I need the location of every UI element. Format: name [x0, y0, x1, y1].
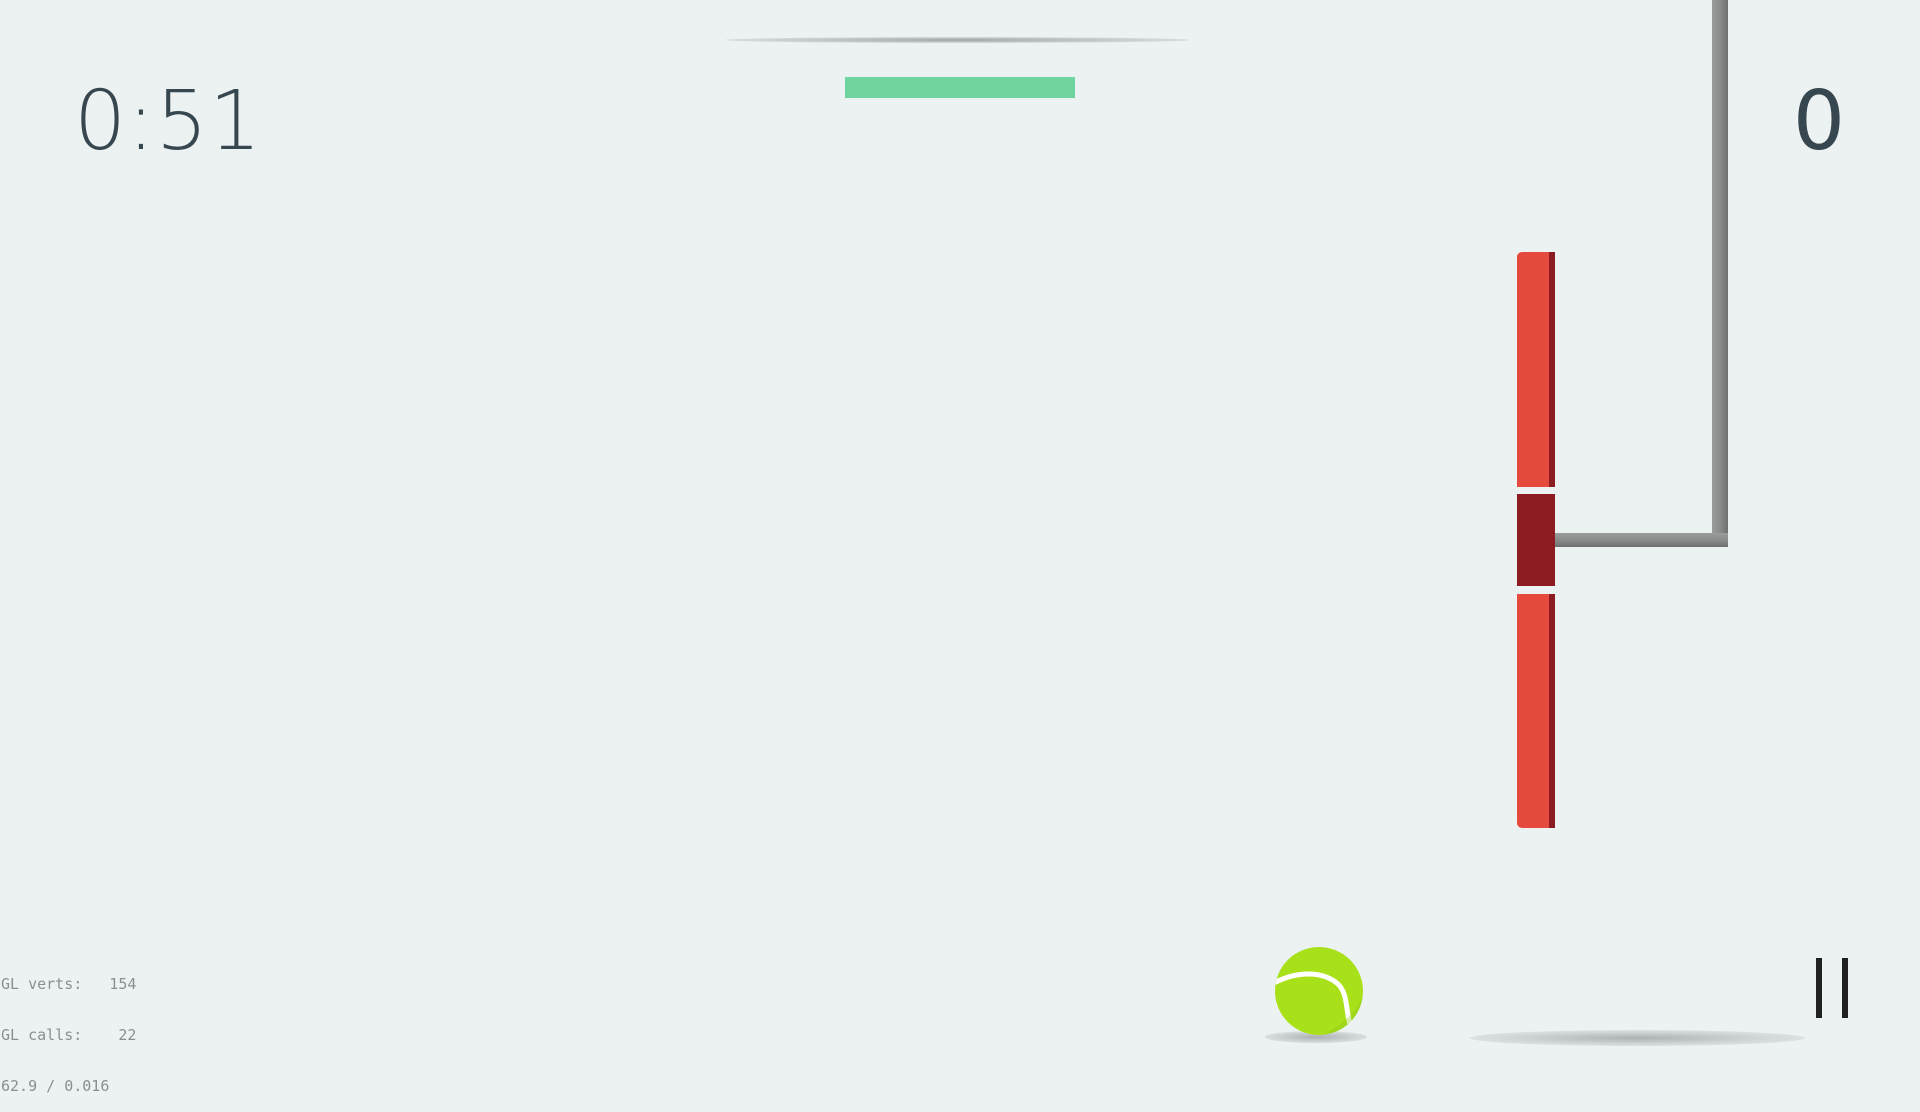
tennis-ball-icon: [1274, 946, 1364, 1036]
score: 0: [1792, 74, 1845, 169]
paddle-rail-vertical: [1712, 0, 1728, 547]
player-paddle-top-segment[interactable]: [1517, 252, 1555, 487]
player-paddle-bottom-segment[interactable]: [1517, 594, 1555, 828]
pause-bar-left: [1816, 958, 1822, 1018]
pause-bar-right: [1842, 958, 1848, 1018]
debug-line-fps: 62.9 / 0.016: [1, 1077, 110, 1095]
timer: 0:51: [74, 74, 263, 169]
debug-line-verts: GL verts: 154: [1, 975, 137, 993]
debug-line-calls: GL calls: 22: [1, 1026, 137, 1044]
paddle-rail-horizontal: [1553, 533, 1728, 547]
player-paddle-center-segment[interactable]: [1517, 494, 1555, 586]
floor-shadow: [1470, 1030, 1805, 1046]
opponent-paddle-shadow: [725, 37, 1190, 43]
pause-button[interactable]: [1808, 952, 1858, 1022]
opponent-paddle: [845, 77, 1075, 98]
debug-overlay: GL verts: 154 GL calls: 22 62.9 / 0.016: [1, 942, 136, 1112]
